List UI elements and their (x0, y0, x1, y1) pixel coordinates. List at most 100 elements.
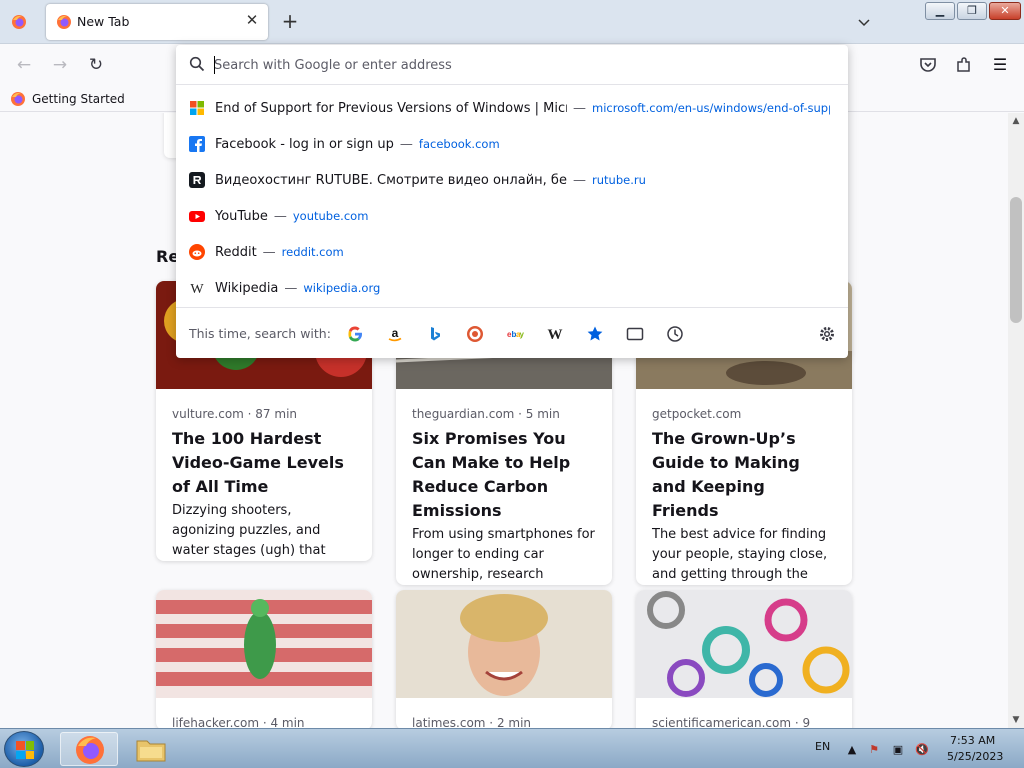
taskbar-explorer[interactable] (122, 732, 180, 766)
suggestion-separator: — (284, 280, 298, 296)
story-image (156, 590, 372, 698)
story-title: The Grown-Up’s Guide to Making and Keepi… (652, 429, 800, 520)
suggestion-row[interactable]: End of Support for Previous Versions of … (176, 90, 848, 126)
suggestion-separator: — (573, 100, 586, 116)
suggestion-title: Видеохостинг RUTUBE. Смотрите видео онла… (215, 172, 567, 188)
network-icon[interactable]: ▣ (891, 743, 905, 757)
history-icon[interactable] (666, 325, 684, 343)
story-card[interactable]: scientificamerican.com · 9 min (636, 590, 852, 728)
one-off-label: This time, search with: (189, 326, 331, 341)
taskbar-firefox[interactable] (60, 732, 118, 766)
text-caret (214, 56, 215, 74)
story-excerpt: The best advice for finding your people,… (652, 527, 828, 582)
windows-taskbar: EN ▲ ⚑ ▣ 🔇 7:53 AM 5/25/2023 (0, 728, 1024, 768)
suggestion-separator: — (399, 136, 413, 152)
svg-text:y: y (520, 330, 525, 339)
story-title: Six Promises You Can Make to Help Reduce… (412, 429, 571, 520)
new-tab-button[interactable]: + (280, 11, 300, 32)
tab-strip: New Tab ✕ + ▁ ❐ ✕ (0, 0, 1024, 44)
maximize-button[interactable]: ❐ (957, 2, 987, 20)
firefox-menu-icon[interactable] (11, 14, 27, 30)
rutube-icon (189, 172, 205, 188)
gear-icon[interactable] (818, 325, 836, 343)
firefox-icon (76, 736, 104, 764)
scroll-down-icon[interactable]: ▼ (1008, 712, 1024, 728)
bookmark-label: Getting Started (32, 92, 125, 106)
suggestion-separator: — (573, 172, 586, 188)
firefox-icon (11, 92, 25, 106)
start-button[interactable] (4, 731, 44, 767)
clock-time[interactable]: 7:53 AM (950, 734, 995, 747)
story-source: latimes.com · 2 min (412, 716, 532, 728)
suggestion-row[interactable]: Facebook - log in or sign up — facebook.… (176, 126, 848, 162)
volume-muted-icon[interactable]: 🔇 (915, 743, 929, 757)
firefox-icon (57, 15, 71, 29)
microsoft-icon (190, 101, 204, 115)
bookmarks-icon[interactable] (586, 325, 604, 343)
bing-icon[interactable] (426, 325, 444, 343)
address-bar[interactable] (176, 45, 848, 85)
suggestion-url: microsoft.com/en-us/windows/end-of-suppo (592, 101, 830, 115)
suggestion-url: youtube.com (292, 209, 369, 223)
suggestion-row[interactable]: Reddit — reddit.com (176, 234, 848, 270)
vertical-scrollbar[interactable]: ▲ ▼ (1008, 113, 1024, 728)
one-off-search-bar: This time, search with: a e b a y W (176, 307, 848, 358)
story-excerpt: Dizzying shooters, agonizing puzzles, an… (172, 503, 326, 558)
tab-new-tab[interactable]: New Tab ✕ (46, 4, 268, 40)
suggestion-title: Facebook - log in or sign up (215, 136, 394, 152)
suggestion-separator: — (273, 208, 287, 224)
google-icon[interactable] (346, 325, 364, 343)
suggestion-title: Wikipedia (215, 280, 279, 296)
suggestion-separator: — (262, 244, 276, 260)
clock-date[interactable]: 5/25/2023 (947, 750, 1003, 763)
suggestion-row[interactable]: Видеохостинг RUTUBE. Смотрите видео онла… (176, 162, 848, 198)
story-source: scientificamerican.com · 9 min (652, 716, 811, 728)
story-card[interactable]: lifehacker.com · 4 min (156, 590, 372, 728)
amazon-icon[interactable]: a (386, 325, 404, 343)
chevron-down-icon[interactable] (856, 14, 872, 30)
reload-icon[interactable]: ↻ (86, 55, 106, 75)
suggestion-url: reddit.com (281, 245, 344, 259)
windows-logo-icon (16, 741, 34, 759)
language-indicator[interactable]: EN (815, 740, 830, 753)
tab-title: New Tab (77, 14, 130, 29)
folder-icon (136, 740, 166, 762)
suggestion-url: wikipedia.org (303, 281, 381, 295)
action-center-icon[interactable]: ⚑ (867, 743, 881, 757)
close-tab-icon[interactable]: ✕ (244, 12, 260, 28)
hamburger-menu-icon[interactable]: ☰ (990, 55, 1010, 75)
story-source: lifehacker.com · 4 min (172, 716, 305, 728)
svg-text:W: W (190, 282, 204, 296)
chevron-up-icon[interactable]: ▲ (845, 743, 859, 757)
minimize-button[interactable]: ▁ (925, 2, 955, 20)
story-title: The 100 Hardest Video-Game Levels of All… (172, 429, 344, 496)
story-image (636, 590, 852, 698)
suggestion-row[interactable]: W Wikipedia — wikipedia.org (176, 270, 848, 306)
svg-text:a: a (392, 326, 399, 340)
youtube-icon (189, 211, 205, 222)
close-window-button[interactable]: ✕ (989, 2, 1021, 20)
bookmark-getting-started[interactable]: Getting Started (10, 91, 125, 107)
extensions-icon[interactable] (954, 55, 974, 75)
facebook-icon (189, 136, 205, 152)
ebay-icon[interactable]: e b a y (506, 325, 524, 343)
scroll-thumb[interactable] (1010, 197, 1022, 323)
story-card[interactable]: latimes.com · 2 min (396, 590, 612, 728)
suggestion-title: Reddit (215, 244, 257, 260)
wikipedia-icon[interactable]: W (546, 325, 564, 343)
story-image (396, 590, 612, 698)
back-arrow-icon[interactable]: ← (14, 55, 34, 75)
tabs-icon[interactable] (626, 325, 644, 343)
svg-text:W: W (548, 327, 563, 343)
duckduckgo-icon[interactable] (466, 325, 484, 343)
pocket-icon[interactable] (918, 55, 938, 75)
suggestion-url: facebook.com (418, 137, 500, 151)
search-icon (189, 56, 205, 72)
suggestion-row[interactable]: YouTube — youtube.com (176, 198, 848, 234)
forward-arrow-icon[interactable]: → (50, 55, 70, 75)
wikipedia-icon: W (190, 282, 204, 296)
reddit-icon (189, 244, 205, 260)
address-input[interactable] (214, 54, 814, 76)
scroll-up-icon[interactable]: ▲ (1008, 113, 1024, 129)
story-source: vulture.com · 87 min (172, 407, 298, 421)
